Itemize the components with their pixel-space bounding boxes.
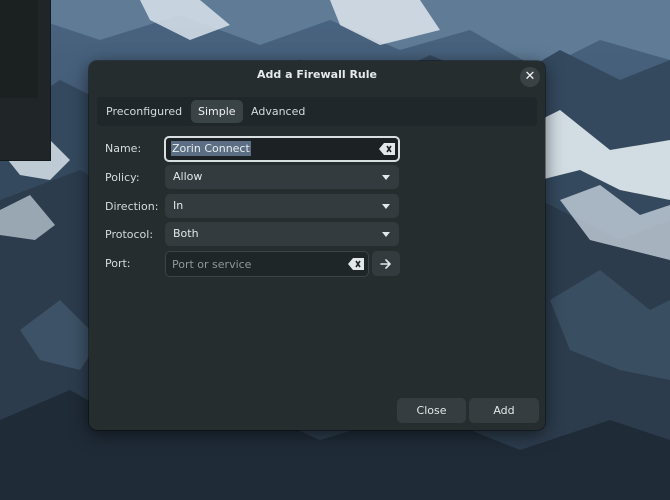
direction-label: Direction: <box>105 200 159 213</box>
add-button[interactable]: Add <box>469 398 539 423</box>
policy-value: Allow <box>173 170 203 183</box>
tab-advanced[interactable]: Advanced <box>244 100 312 123</box>
direction-dropdown[interactable]: In <box>165 194 399 218</box>
background-window-panel <box>0 0 38 98</box>
clear-text-icon[interactable] <box>379 143 395 155</box>
protocol-label: Protocol: <box>105 228 154 241</box>
clear-text-icon[interactable] <box>348 258 364 270</box>
background-window <box>0 0 51 161</box>
protocol-dropdown[interactable]: Both <box>165 222 399 246</box>
chevron-down-icon <box>382 175 390 180</box>
arrow-right-icon <box>380 259 391 269</box>
direction-value: In <box>173 199 184 212</box>
port-field[interactable] <box>165 251 369 277</box>
policy-label: Policy: <box>105 171 140 184</box>
port-input[interactable] <box>172 255 340 273</box>
name-input[interactable]: Zorin Connect <box>164 136 400 162</box>
close-icon[interactable]: ✕ <box>520 67 540 87</box>
chevron-down-icon <box>382 232 390 237</box>
policy-dropdown[interactable]: Allow <box>165 165 399 189</box>
tab-bar: Preconfigured Simple Advanced <box>97 97 537 126</box>
firewall-rule-dialog: Add a Firewall Rule ✕ Preconfigured Simp… <box>89 61 545 430</box>
name-label: Name: <box>105 142 142 155</box>
name-value: Zorin Connect <box>171 141 251 156</box>
dialog-titlebar: Add a Firewall Rule ✕ <box>89 61 545 91</box>
tab-simple[interactable]: Simple <box>191 100 243 123</box>
chevron-down-icon <box>382 204 390 209</box>
close-button[interactable]: Close <box>397 398 466 423</box>
protocol-value: Both <box>173 227 199 240</box>
tab-preconfigured[interactable]: Preconfigured <box>99 100 189 123</box>
port-label: Port: <box>105 257 131 270</box>
dialog-title: Add a Firewall Rule <box>256 68 377 81</box>
add-port-button[interactable] <box>372 251 400 276</box>
